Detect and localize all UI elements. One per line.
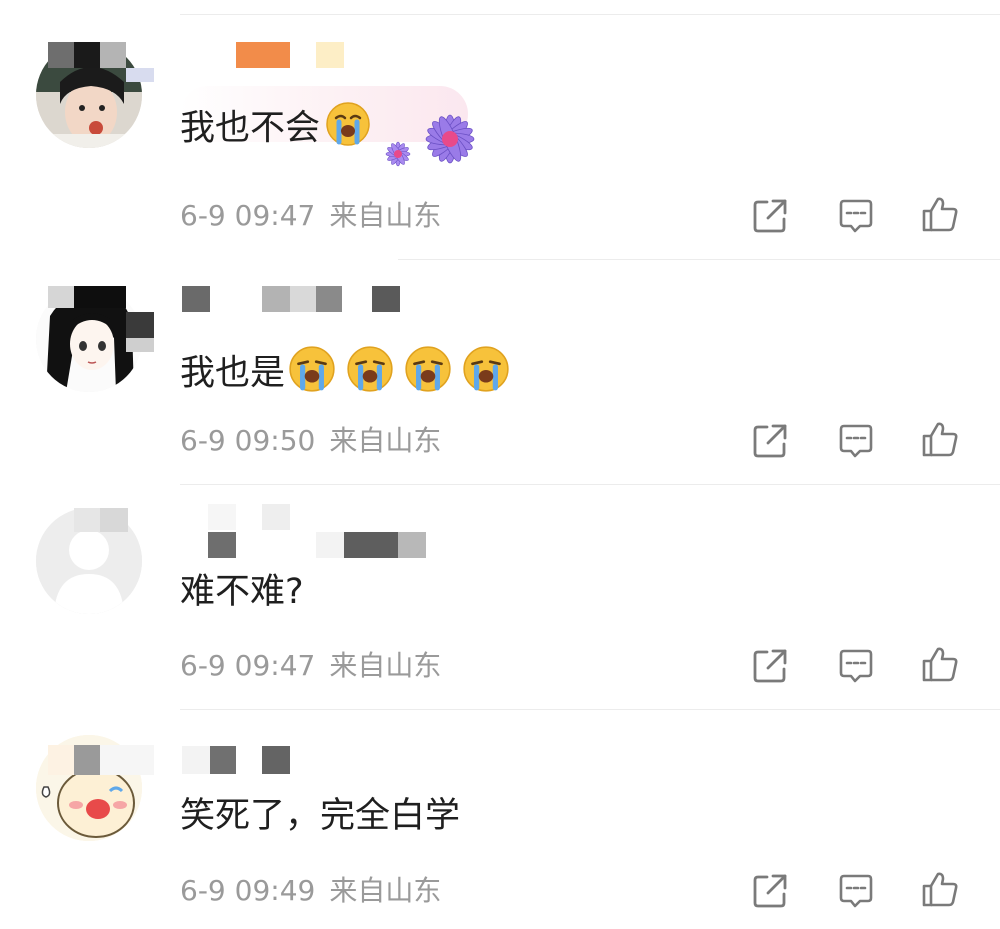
comment-text: 我也不会 — [180, 100, 372, 159]
purple-flower-sticker-icon — [380, 108, 486, 170]
username-obscured[interactable] — [182, 746, 302, 774]
thumbs-up-icon — [922, 422, 958, 457]
comment-text-value: 我也不会 — [180, 108, 321, 149]
share-button[interactable] — [750, 646, 790, 686]
share-button[interactable] — [750, 871, 790, 911]
username-obscured[interactable] — [208, 504, 428, 558]
comment-text: 我也是 — [180, 344, 511, 405]
loudly-crying-face-icon — [324, 100, 372, 159]
comment-location: 来自山东 — [329, 874, 442, 907]
comment-location: 来自山东 — [329, 424, 442, 457]
avatar-mosaic — [48, 286, 156, 352]
comment-meta: 6-9 09:49 来自山东 — [180, 874, 441, 908]
comment-text: 笑死了，完全白学 — [180, 794, 460, 838]
comment-location: 来自山东 — [329, 199, 442, 232]
avatar-mosaic — [74, 508, 128, 532]
comment-meta: 6-9 09:47 来自山东 — [180, 199, 441, 233]
comment-meta: 6-9 09:47 来自山东 — [180, 649, 441, 683]
reply-button[interactable] — [836, 871, 876, 911]
divider — [180, 709, 1000, 710]
comment-location: 来自山东 — [329, 649, 442, 682]
thumbs-up-icon — [922, 872, 958, 907]
share-icon — [753, 649, 787, 683]
reply-button[interactable] — [836, 646, 876, 686]
comment-date: 6-9 09:47 — [180, 199, 316, 232]
comment-icon — [839, 424, 873, 458]
share-icon — [753, 424, 787, 458]
reply-button[interactable] — [836, 196, 876, 236]
comment-text: 难不难? — [180, 570, 304, 614]
loudly-crying-face-icon — [287, 344, 337, 405]
share-icon — [753, 199, 787, 233]
thumbs-up-icon — [922, 647, 958, 682]
avatar-mosaic — [48, 745, 156, 775]
like-button[interactable] — [920, 644, 960, 684]
comment-text-value: 笑死了，完全白学 — [180, 796, 461, 836]
reply-button[interactable] — [836, 421, 876, 461]
comment-date: 6-9 09:50 — [180, 424, 316, 457]
username-obscured[interactable] — [182, 286, 402, 312]
comment-date: 6-9 09:49 — [180, 874, 316, 907]
comment-icon — [839, 649, 873, 683]
thumbs-up-icon — [922, 197, 958, 232]
comment-text-value: 难不难? — [180, 572, 304, 612]
divider-top — [180, 14, 1000, 15]
loudly-crying-face-icon — [345, 344, 395, 405]
username-obscured[interactable] — [236, 42, 346, 68]
comment-date: 6-9 09:47 — [180, 649, 316, 682]
loudly-crying-face-icon — [461, 344, 511, 405]
share-icon — [753, 874, 787, 908]
loudly-crying-face-icon — [403, 344, 453, 405]
comment-text-value: 我也是 — [180, 353, 286, 394]
avatar-mosaic — [48, 42, 154, 82]
comment-icon — [839, 874, 873, 908]
like-button[interactable] — [920, 419, 960, 459]
divider — [180, 484, 1000, 485]
like-button[interactable] — [920, 194, 960, 234]
like-button[interactable] — [920, 869, 960, 909]
share-button[interactable] — [750, 196, 790, 236]
divider — [398, 259, 1000, 260]
share-button[interactable] — [750, 421, 790, 461]
comment-icon — [839, 199, 873, 233]
comment-meta: 6-9 09:50 来自山东 — [180, 424, 441, 458]
